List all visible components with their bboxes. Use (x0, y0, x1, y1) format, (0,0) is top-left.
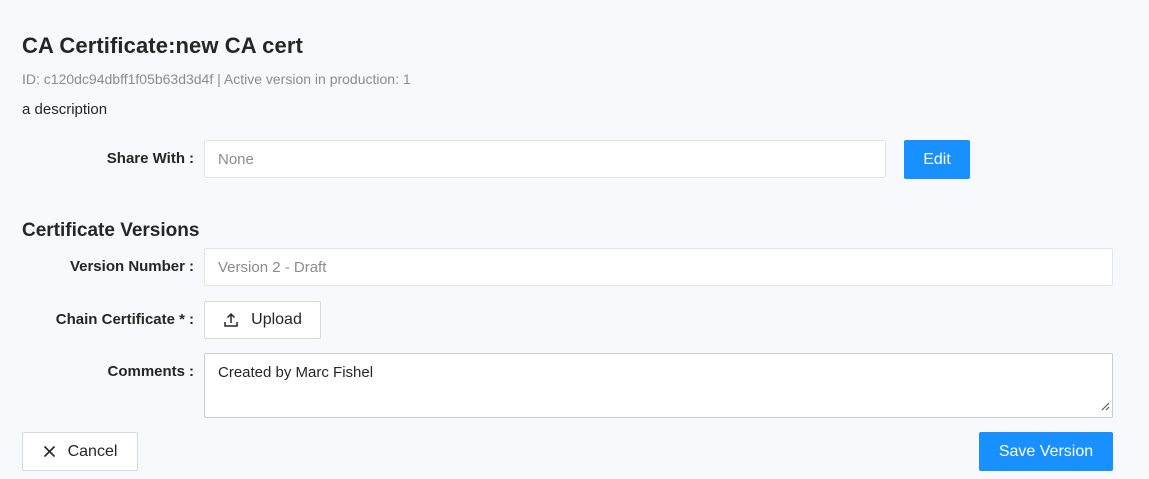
certificate-detail-page: CA Certificate:new CA cert ID: c120dc94d… (0, 0, 1149, 479)
edit-share-button[interactable]: Edit (904, 140, 970, 179)
cancel-label: Cancel (67, 442, 118, 460)
page-title: CA Certificate:new CA cert (22, 33, 303, 58)
share-with-value: None (218, 150, 254, 168)
upload-icon (223, 312, 239, 328)
cancel-button[interactable]: Cancel (22, 432, 138, 471)
upload-label: Upload (251, 311, 302, 328)
version-number-label: Version Number: (69, 258, 194, 275)
comments-textarea[interactable]: Created by Marc Fishel (204, 353, 1113, 418)
certificate-description: a description (22, 101, 108, 118)
save-version-button[interactable]: Save Version (979, 432, 1113, 471)
upload-button[interactable]: Upload (204, 301, 321, 339)
share-with-label: Share With: (106, 150, 194, 167)
comments-value: Created by Marc Fishel (218, 364, 374, 381)
comments-label: Comments: (107, 363, 194, 380)
certificate-meta: ID: c120dc94dbff1f05b63d3d4f | Active ve… (22, 71, 411, 87)
version-number-value: Version 2 - Draft (218, 258, 327, 276)
version-number-field: Version 2 - Draft (204, 248, 1113, 286)
close-icon (43, 445, 56, 458)
chain-certificate-label: Chain Certificate *: (55, 311, 194, 328)
certificate-versions-heading: Certificate Versions (22, 220, 200, 241)
share-with-field[interactable]: None (204, 140, 886, 178)
resize-grip-icon[interactable] (1100, 398, 1110, 415)
